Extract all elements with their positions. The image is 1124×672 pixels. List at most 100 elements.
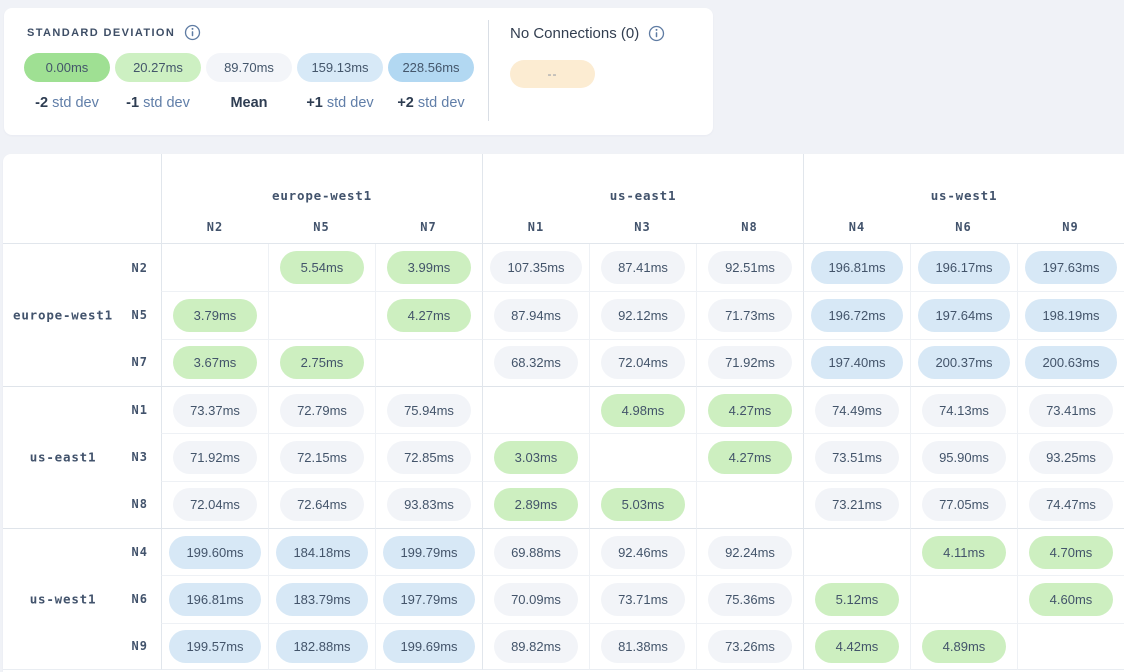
latency-pill[interactable]: 69.88ms xyxy=(494,536,578,569)
latency-pill[interactable]: 74.13ms xyxy=(922,394,1006,427)
latency-cell: 71.73ms xyxy=(696,291,803,338)
latency-pill[interactable]: 92.24ms xyxy=(708,536,792,569)
no-connections-pill: -- xyxy=(510,60,595,88)
latency-cell: 197.40ms xyxy=(803,339,910,386)
latency-pill[interactable]: 3.99ms xyxy=(387,251,471,284)
latency-pill[interactable]: 199.60ms xyxy=(169,536,260,569)
latency-cell: 196.17ms xyxy=(910,244,1017,291)
latency-pill[interactable]: 196.81ms xyxy=(811,251,902,284)
latency-cell: 3.99ms xyxy=(375,244,482,291)
latency-pill[interactable]: 5.12ms xyxy=(815,583,899,616)
latency-pill[interactable]: 196.17ms xyxy=(918,251,1009,284)
column-region-header: us-west1 xyxy=(803,154,1124,210)
latency-pill[interactable]: 4.27ms xyxy=(387,299,471,332)
latency-cell: 199.57ms xyxy=(161,623,268,670)
latency-pill[interactable]: 183.79ms xyxy=(276,583,367,616)
latency-pill[interactable]: 197.63ms xyxy=(1025,251,1116,284)
latency-cell: 73.26ms xyxy=(696,623,803,670)
latency-pill[interactable]: 4.60ms xyxy=(1029,583,1113,616)
latency-pill[interactable]: 81.38ms xyxy=(601,630,685,663)
latency-pill[interactable]: 95.90ms xyxy=(922,441,1006,474)
latency-pill[interactable]: 72.04ms xyxy=(601,346,685,379)
latency-pill[interactable]: 4.27ms xyxy=(708,441,792,474)
latency-pill[interactable]: 200.37ms xyxy=(918,346,1009,379)
latency-pill[interactable]: 72.64ms xyxy=(280,488,364,521)
latency-pill[interactable]: 87.94ms xyxy=(494,299,578,332)
latency-pill[interactable]: 72.04ms xyxy=(173,488,257,521)
column-node-header: N7 xyxy=(375,210,482,244)
latency-pill[interactable]: 71.92ms xyxy=(708,346,792,379)
latency-pill[interactable]: 3.03ms xyxy=(494,441,578,474)
latency-pill[interactable]: 68.32ms xyxy=(494,346,578,379)
latency-pill[interactable]: 3.67ms xyxy=(173,346,257,379)
info-icon[interactable] xyxy=(648,25,665,42)
latency-pill[interactable]: 72.85ms xyxy=(387,441,471,474)
latency-pill[interactable]: 182.88ms xyxy=(276,630,367,663)
row-header: N9 xyxy=(3,623,161,670)
latency-pill[interactable]: 5.03ms xyxy=(601,488,685,521)
row-region-label: us-west1 xyxy=(3,592,123,607)
latency-pill[interactable]: 93.25ms xyxy=(1029,441,1113,474)
latency-pill[interactable]: 197.64ms xyxy=(918,299,1009,332)
latency-pill[interactable]: 4.89ms xyxy=(922,630,1006,663)
latency-pill[interactable]: 89.82ms xyxy=(494,630,578,663)
latency-pill[interactable]: 73.21ms xyxy=(815,488,899,521)
latency-cell: 73.71ms xyxy=(589,575,696,622)
latency-pill[interactable]: 5.54ms xyxy=(280,251,364,284)
latency-pill[interactable]: 3.79ms xyxy=(173,299,257,332)
latency-pill[interactable]: 196.72ms xyxy=(811,299,902,332)
latency-pill[interactable]: 197.40ms xyxy=(811,346,902,379)
latency-pill[interactable]: 73.26ms xyxy=(708,630,792,663)
latency-cell: 199.69ms xyxy=(375,623,482,670)
latency-pill[interactable]: 73.51ms xyxy=(815,441,899,474)
latency-pill[interactable]: 199.57ms xyxy=(169,630,260,663)
latency-pill[interactable]: 72.79ms xyxy=(280,394,364,427)
latency-cell: 4.70ms xyxy=(1017,528,1124,575)
latency-pill[interactable]: 74.47ms xyxy=(1029,488,1113,521)
latency-pill[interactable]: 107.35ms xyxy=(490,251,581,284)
latency-pill[interactable]: 75.36ms xyxy=(708,583,792,616)
latency-pill[interactable]: 4.98ms xyxy=(601,394,685,427)
latency-pill[interactable]: 71.73ms xyxy=(708,299,792,332)
no-connections-section: No Connections (0) -- xyxy=(510,25,665,88)
latency-pill[interactable]: 92.12ms xyxy=(601,299,685,332)
std-dev-label: +2 std dev xyxy=(397,95,464,111)
latency-pill[interactable]: 4.11ms xyxy=(922,536,1006,569)
latency-pill[interactable]: 73.71ms xyxy=(601,583,685,616)
latency-pill[interactable]: 2.89ms xyxy=(494,488,578,521)
latency-pill[interactable]: 77.05ms xyxy=(922,488,1006,521)
latency-pill[interactable]: 75.94ms xyxy=(387,394,471,427)
latency-cell: 89.82ms xyxy=(482,623,589,670)
latency-pill[interactable]: 4.27ms xyxy=(708,394,792,427)
latency-pill[interactable]: 196.81ms xyxy=(169,583,260,616)
latency-pill[interactable]: 73.37ms xyxy=(173,394,257,427)
latency-pill[interactable]: 73.41ms xyxy=(1029,394,1113,427)
latency-pill[interactable]: 93.83ms xyxy=(387,488,471,521)
latency-cell: 196.81ms xyxy=(161,575,268,622)
latency-pill[interactable]: 200.63ms xyxy=(1025,346,1116,379)
std-dev-label: +1 std dev xyxy=(306,95,373,111)
latency-pill[interactable]: 74.49ms xyxy=(815,394,899,427)
latency-pill[interactable]: 71.92ms xyxy=(173,441,257,474)
latency-cell: 3.79ms xyxy=(161,291,268,338)
latency-pill[interactable]: 199.69ms xyxy=(383,630,474,663)
latency-cell: 5.54ms xyxy=(268,244,375,291)
latency-pill[interactable]: 70.09ms xyxy=(494,583,578,616)
latency-cell: 72.85ms xyxy=(375,433,482,480)
latency-pill[interactable]: 198.19ms xyxy=(1025,299,1116,332)
latency-pill[interactable]: 72.15ms xyxy=(280,441,364,474)
latency-pill[interactable]: 4.42ms xyxy=(815,630,899,663)
latency-pill[interactable]: 92.51ms xyxy=(708,251,792,284)
latency-pill[interactable]: 4.70ms xyxy=(1029,536,1113,569)
latency-pill[interactable]: 2.75ms xyxy=(280,346,364,379)
info-icon[interactable] xyxy=(184,24,201,41)
latency-pill[interactable]: 87.41ms xyxy=(601,251,685,284)
row-node-label: N9 xyxy=(132,639,148,653)
latency-pill[interactable]: 197.79ms xyxy=(383,583,474,616)
latency-pill[interactable]: 199.79ms xyxy=(383,536,474,569)
std-dev-legend-item: 20.27ms-1 std dev xyxy=(115,53,201,111)
latency-pill[interactable]: 184.18ms xyxy=(276,536,367,569)
latency-pill[interactable]: 92.46ms xyxy=(601,536,685,569)
row-region-label: europe-west1 xyxy=(3,308,123,323)
column-node-header: N3 xyxy=(589,210,696,244)
